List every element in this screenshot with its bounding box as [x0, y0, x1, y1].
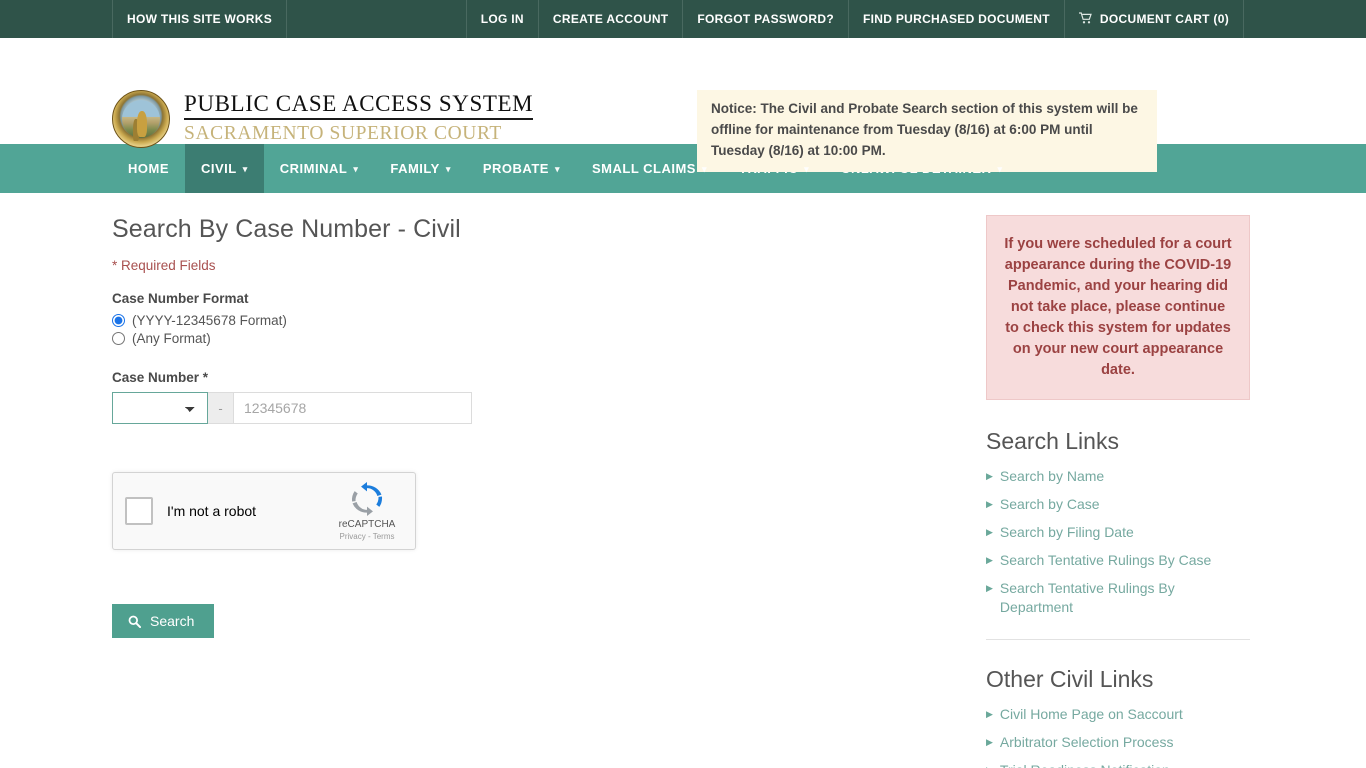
- triangle-bullet-icon: ▶: [986, 583, 993, 594]
- list-item: ▶ Search Tentative Rulings By Case: [986, 551, 1250, 570]
- recaptcha-widget[interactable]: I'm not a robot reCAPTCHA Privacy - Term…: [112, 472, 416, 550]
- case-number-year-select[interactable]: [112, 392, 208, 424]
- search-button-label: Search: [150, 613, 195, 629]
- sidebar-divider: [986, 639, 1250, 641]
- brand-title-secondary: SACRAMENTO SUPERIOR COURT: [184, 123, 502, 145]
- sidebar: If you were scheduled for a court appear…: [986, 215, 1250, 768]
- recaptcha-brand-name: reCAPTCHA: [338, 518, 396, 530]
- search-button[interactable]: Search: [112, 604, 215, 638]
- maintenance-notice-banner: Notice: The Civil and Probate Search sec…: [697, 90, 1157, 172]
- main-navigation: HOME CIVIL ▾ CRIMINAL ▾ FAMILY ▾ PROBATE…: [0, 144, 1366, 193]
- recaptcha-terms-links[interactable]: Privacy - Terms: [331, 532, 403, 541]
- radio-row-yyyy-format[interactable]: (YYYY-12345678 Format): [112, 313, 872, 328]
- nav-item-criminal[interactable]: CRIMINAL ▾: [264, 144, 375, 193]
- search-links-list: ▶ Search by Name ▶ Search by Case ▶ Sear…: [986, 467, 1250, 617]
- topbar-link-log-in[interactable]: LOG IN: [465, 0, 538, 38]
- nav-label-civil: CIVIL: [201, 161, 237, 176]
- page-body: Search By Case Number - Civil * Required…: [0, 193, 1366, 768]
- topbar-link-find-purchased-document[interactable]: FIND PURCHASED DOCUMENT: [848, 0, 1064, 38]
- nav-label-family: FAMILY: [390, 161, 440, 176]
- case-number-format-label: Case Number Format: [112, 291, 249, 306]
- brand-title-primary: PUBLIC CASE ACCESS SYSTEM: [184, 91, 534, 121]
- brand-logo[interactable]: PUBLIC CASE ACCESS SYSTEM SACRAMENTO SUP…: [112, 90, 534, 148]
- brand-text: PUBLIC CASE ACCESS SYSTEM SACRAMENTO SUP…: [184, 90, 534, 145]
- nav-item-home[interactable]: HOME: [112, 144, 185, 193]
- topbar-right-group: LOG IN CREATE ACCOUNT FORGOT PASSWORD? F…: [465, 0, 1244, 38]
- magnifier-icon: [128, 615, 141, 628]
- recaptcha-branding: reCAPTCHA Privacy - Terms: [331, 481, 403, 541]
- sidebar-link-trial-readiness-notification[interactable]: Trial Readiness Notification: [1000, 761, 1170, 768]
- recaptcha-checkbox[interactable]: [125, 497, 153, 525]
- case-number-label: Case Number *: [112, 370, 209, 385]
- radio-row-any-format[interactable]: (Any Format): [112, 331, 872, 346]
- case-number-input[interactable]: [234, 392, 472, 424]
- triangle-bullet-icon: ▶: [986, 761, 993, 768]
- chevron-down-icon: ▾: [445, 164, 451, 174]
- main-content: Search By Case Number - Civil * Required…: [112, 215, 872, 768]
- sidebar-link-arbitrator-selection-process[interactable]: Arbitrator Selection Process: [1000, 733, 1174, 752]
- required-fields-note: * Required Fields: [112, 258, 216, 273]
- radio-label-yyyy-format: (YYYY-12345678 Format): [132, 313, 287, 328]
- radio-label-any-format: (Any Format): [132, 331, 211, 346]
- case-number-separator: -: [208, 392, 234, 424]
- recaptcha-logo-icon: [351, 481, 383, 516]
- chevron-down-icon: ▾: [997, 164, 1003, 174]
- nav-item-family[interactable]: FAMILY ▾: [374, 144, 467, 193]
- nav-label-small-claims: SMALL CLAIMS: [592, 161, 696, 176]
- chevron-down-icon: ▾: [554, 164, 560, 174]
- chevron-down-icon: ▾: [242, 164, 248, 174]
- nav-item-civil[interactable]: CIVIL ▾: [185, 144, 264, 193]
- list-item: ▶ Search Tentative Rulings By Department: [986, 579, 1250, 617]
- document-cart-label: DOCUMENT CART (0): [1099, 12, 1229, 26]
- sidebar-link-search-by-filing-date[interactable]: Search by Filing Date: [1000, 523, 1134, 542]
- sidebar-link-civil-home-page[interactable]: Civil Home Page on Saccourt: [1000, 705, 1183, 724]
- covid-notice-box: If you were scheduled for a court appear…: [986, 215, 1250, 401]
- list-item: ▶ Arbitrator Selection Process: [986, 733, 1250, 752]
- nav-item-probate[interactable]: PROBATE ▾: [467, 144, 576, 193]
- list-item: ▶ Search by Filing Date: [986, 523, 1250, 542]
- topbar-link-document-cart[interactable]: DOCUMENT CART (0): [1063, 0, 1244, 38]
- search-links-title: Search Links: [986, 428, 1119, 455]
- site-header: PUBLIC CASE ACCESS SYSTEM SACRAMENTO SUP…: [0, 38, 1366, 172]
- other-civil-links-title: Other Civil Links: [986, 666, 1154, 693]
- topbar-link-forgot-password[interactable]: FORGOT PASSWORD?: [682, 0, 848, 38]
- triangle-bullet-icon: ▶: [986, 527, 993, 538]
- chevron-down-icon: ▾: [804, 164, 810, 174]
- case-number-input-group: -: [112, 392, 472, 424]
- list-item: ▶ Search by Case: [986, 495, 1250, 514]
- chevron-down-icon: ▾: [701, 164, 708, 174]
- list-item: ▶ Search by Name: [986, 467, 1250, 486]
- topbar-left-group: HOW THIS SITE WORKS: [112, 0, 288, 38]
- triangle-bullet-icon: ▶: [986, 737, 993, 748]
- sidebar-link-tentative-rulings-by-case[interactable]: Search Tentative Rulings By Case: [1000, 551, 1211, 570]
- nav-label-home: HOME: [128, 161, 169, 176]
- triangle-bullet-icon: ▶: [986, 499, 993, 510]
- chevron-down-icon: ▾: [353, 164, 359, 174]
- sidebar-link-tentative-rulings-by-department[interactable]: Search Tentative Rulings By Department: [1000, 579, 1250, 617]
- shopping-cart-icon: [1078, 12, 1093, 26]
- sidebar-link-search-by-name[interactable]: Search by Name: [1000, 467, 1104, 486]
- radio-any-format[interactable]: [112, 332, 125, 345]
- triangle-bullet-icon: ▶: [986, 555, 993, 566]
- topbar-link-create-account[interactable]: CREATE ACCOUNT: [537, 0, 683, 38]
- list-item: ▶ Trial Readiness Notification: [986, 761, 1250, 768]
- recaptcha-checkbox-label: I'm not a robot: [167, 503, 257, 519]
- list-item: ▶ Civil Home Page on Saccourt: [986, 705, 1250, 724]
- top-utility-bar: HOW THIS SITE WORKS LOG IN CREATE ACCOUN…: [0, 0, 1366, 38]
- court-seal-icon: [112, 90, 170, 148]
- nav-label-probate: PROBATE: [482, 161, 549, 176]
- nav-label-criminal: CRIMINAL: [279, 161, 348, 176]
- page-title: Search By Case Number - Civil: [112, 215, 461, 243]
- triangle-bullet-icon: ▶: [986, 709, 993, 720]
- topbar-link-how-this-site-works[interactable]: HOW THIS SITE WORKS: [112, 0, 288, 38]
- triangle-bullet-icon: ▶: [986, 471, 993, 482]
- other-civil-links-list: ▶ Civil Home Page on Saccourt ▶ Arbitrat…: [986, 705, 1250, 768]
- radio-yyyy-format[interactable]: [112, 314, 125, 327]
- sidebar-link-search-by-case[interactable]: Search by Case: [1000, 495, 1100, 514]
